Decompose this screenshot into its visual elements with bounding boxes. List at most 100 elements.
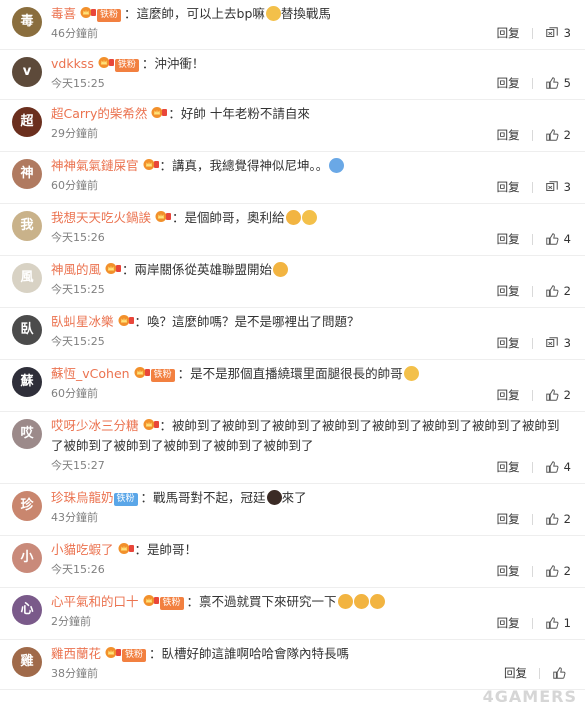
comment-text: 兩岸關係從英雄聯盟開始 [134, 262, 273, 277]
reply-button[interactable]: 回复 [497, 613, 520, 633]
quote-stack-icon [545, 337, 558, 348]
comment-line: 超Carry的柴希然 ：好帥 十年老粉不請自來 [51, 104, 585, 124]
fan-badge: 铁粉 [97, 9, 122, 22]
avatar-initial: 心 [20, 602, 34, 617]
fan-badge: 铁粉 [113, 493, 138, 506]
reply-button[interactable]: 回复 [497, 125, 520, 145]
reply-button[interactable]: 回复 [497, 385, 520, 405]
username-link[interactable]: 臥虯星冰樂 [51, 314, 114, 329]
username-link[interactable]: 哎呀少冰三分糖 [51, 418, 139, 433]
comment-item: 風神風的風 ：兩岸關係從英雄聯盟開始 今天15:25 回复 2 [0, 256, 585, 308]
avatar-initial: 哎 [20, 426, 34, 441]
username-link[interactable]: 神風的風 [51, 262, 101, 277]
comment-actions: 回复 2 [497, 561, 571, 581]
username-link[interactable]: 神神氣氣鏈屎官 [51, 158, 139, 173]
divider [531, 337, 533, 349]
like-button[interactable]: 2 [545, 561, 571, 581]
vip-crown-icon [118, 315, 134, 326]
thumbs-up-icon [545, 233, 559, 245]
comment-actions: 回复 2 [497, 385, 571, 405]
username-link[interactable]: 超Carry的柴希然 [51, 106, 147, 121]
reply-button[interactable]: 回复 [497, 333, 520, 353]
avatar[interactable]: 風 [12, 263, 42, 293]
avatar[interactable]: 超 [12, 107, 42, 137]
reply-button[interactable]: 回复 [497, 73, 520, 93]
vip-crown-icon [143, 595, 159, 606]
thumbs-up-icon [545, 565, 559, 577]
like-button[interactable]: 1 [545, 613, 571, 633]
reply-button[interactable]: 回复 [497, 177, 520, 197]
like-count: 2 [563, 128, 571, 142]
avatar[interactable]: v [12, 57, 42, 87]
reply-button[interactable]: 回复 [497, 229, 520, 249]
avatar[interactable]: 臥 [12, 315, 42, 345]
like-button[interactable]: 5 [545, 73, 571, 93]
quote-stack-icon [545, 27, 558, 38]
username-link[interactable]: vdkkss [51, 56, 94, 71]
comment-text: 是帥哥！ [147, 542, 198, 557]
username-link[interactable]: 我想天天吃火鍋誒 [51, 210, 151, 225]
colon: ： [124, 6, 137, 21]
comment-item: 哎 哎呀少冰三分糖 ：被帥到了被帥到了被帥到了被帥到了被帥到了被帥到了被帥到了被帥到… [0, 412, 585, 484]
emoji-icon [403, 366, 419, 381]
avatar[interactable]: 神 [12, 159, 42, 189]
emoji-icon [369, 594, 385, 609]
reply-button[interactable]: 回复 [504, 663, 527, 683]
username-link[interactable]: 珍珠烏龍奶 [51, 490, 114, 505]
emoji-icon [301, 210, 317, 225]
avatar[interactable]: 雞 [12, 647, 42, 677]
avatar[interactable]: 我 [12, 211, 42, 241]
comment-item: 雞雞西蘭花 铁粉 ：臥槽好帥這誰啊哈哈會隊內特長嗎 38分鐘前 回复 [0, 640, 585, 690]
vip-crown-icon [143, 159, 159, 170]
avatar[interactable]: 蘇 [12, 367, 42, 397]
colon: ： [172, 210, 185, 225]
username-link[interactable]: 雞西蘭花 [51, 646, 101, 661]
like-button[interactable] [552, 663, 571, 683]
avatar[interactable]: 珍 [12, 491, 42, 521]
username-link[interactable]: 小貓吃蝦了 [51, 542, 114, 557]
like-button[interactable]: 3 [545, 23, 571, 43]
reply-button[interactable]: 回复 [497, 509, 520, 529]
like-button[interactable]: 3 [545, 177, 571, 197]
avatar-initial: 我 [20, 218, 34, 233]
fan-badge: 铁粉 [150, 369, 175, 382]
username-link[interactable]: 蘇恆_vCohen [51, 366, 130, 381]
avatar[interactable]: 小 [12, 543, 42, 573]
like-button[interactable]: 2 [545, 385, 571, 405]
like-button[interactable]: 4 [545, 457, 571, 477]
fan-badge: 铁粉 [159, 597, 184, 610]
avatar[interactable]: 哎 [12, 419, 42, 449]
comment-item: 毒毒喜 铁粉 ：這麼帥，可以上去bp嘛 替換戰馬 46分鐘前 回复 3 [0, 0, 585, 50]
like-button[interactable]: 2 [545, 125, 571, 145]
comment-item: 我我想天天吃火鍋誒 ：是個帥哥，奧利給 今天15:26 回复 4 [0, 204, 585, 256]
thumbs-up-icon [545, 389, 559, 401]
comment-line: 哎呀少冰三分糖 ：被帥到了被帥到了被帥到了被帥到了被帥到了被帥到了被帥到了被帥到了… [51, 416, 585, 456]
avatar[interactable]: 心 [12, 595, 42, 625]
reply-button[interactable]: 回复 [497, 561, 520, 581]
vip-crown-icon [98, 57, 114, 68]
avatar[interactable]: 毒 [12, 7, 42, 37]
reply-button[interactable]: 回复 [497, 23, 520, 43]
avatar-initial: 毒 [20, 14, 34, 29]
like-button[interactable]: 2 [545, 281, 571, 301]
colon: ： [134, 314, 148, 329]
comment-line: 神風的風 ：兩岸關係從英雄聯盟開始 [51, 260, 585, 280]
divider [531, 181, 533, 193]
comment-item: 小小貓吃蝦了 ：是帥哥！ 今天15:26 回复 2 [0, 536, 585, 588]
comment-actions: 回复 5 [497, 73, 571, 93]
username-link[interactable]: 毒喜 [51, 6, 76, 21]
divider [531, 233, 533, 245]
like-button[interactable]: 2 [545, 509, 571, 529]
comment-actions: 回复 [504, 663, 571, 683]
reply-button[interactable]: 回复 [497, 281, 520, 301]
like-button[interactable]: 4 [545, 229, 571, 249]
like-button[interactable]: 3 [545, 333, 571, 353]
thumbs-up-icon [545, 129, 559, 141]
comment-actions: 回复 1 [497, 613, 571, 633]
comment-text: 喚？這麼帥嗎？是不是哪裡出了問題？ [147, 314, 360, 329]
avatar-initial: 雞 [20, 654, 34, 669]
reply-button[interactable]: 回复 [497, 457, 520, 477]
divider [531, 513, 533, 525]
vip-crown-icon [118, 543, 134, 554]
username-link[interactable]: 心平氣和的口十 [51, 594, 139, 609]
